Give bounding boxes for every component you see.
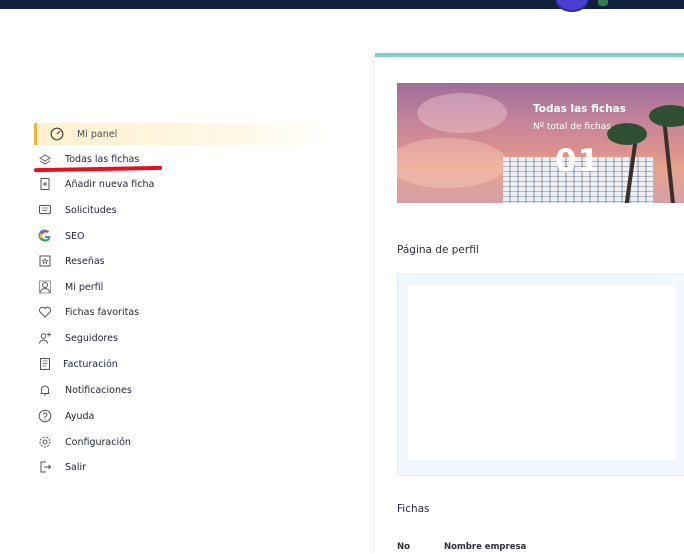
sidebar-item-label: Solicitudes <box>65 204 117 216</box>
cloud-decoration <box>417 93 507 133</box>
add-user-icon <box>37 330 53 346</box>
sidebar-item-anadir-nueva-ficha[interactable]: Añadir nueva ficha <box>37 173 327 195</box>
fichas-count: 01 <box>555 143 601 179</box>
add-document-icon <box>37 176 53 192</box>
gear-icon <box>37 434 53 450</box>
sidebar-item-label: Reseñas <box>65 255 105 267</box>
sidebar-item-mi-perfil[interactable]: Mi perfil <box>37 276 327 298</box>
sidebar-item-label: SEO <box>65 230 85 242</box>
sidebar-item-label: Mi perfil <box>65 281 104 293</box>
heart-icon <box>37 304 53 320</box>
sidebar-item-label: Seguidores <box>65 332 118 344</box>
profile-preview-content <box>408 285 676 460</box>
sidebar-item-facturacion[interactable]: Facturación <box>37 353 327 375</box>
fichas-table-header: No Nombre empresa <box>397 542 526 552</box>
sidebar-item-mi-panel[interactable]: Mi panel <box>34 123 327 145</box>
invoice-icon <box>37 356 53 372</box>
sidebar-item-solicitudes[interactable]: Solicitudes <box>37 199 327 221</box>
palm-tree-leaves <box>607 123 647 145</box>
bell-icon <box>37 382 53 398</box>
sidebar-item-label: Notificaciones <box>65 384 132 396</box>
sidebar-item-fichas-favoritas[interactable]: Fichas favoritas <box>37 301 327 323</box>
sidebar-item-seo[interactable]: SEO <box>37 225 327 247</box>
logout-icon <box>37 459 53 475</box>
fichas-summary-banner[interactable]: Todas las fichas Nº total de fichas 01 <box>397 83 684 203</box>
chat-icon <box>37 202 53 218</box>
sidebar-item-ayuda[interactable]: Ayuda <box>37 405 327 427</box>
google-icon <box>37 228 53 244</box>
cloud-decoration <box>397 138 507 188</box>
sidebar-item-resenas[interactable]: Reseñas <box>37 250 327 272</box>
sidebar-item-label: Configuración <box>65 436 131 448</box>
fichas-section-title: Fichas <box>397 503 430 515</box>
sidebar-item-label: Mi panel <box>77 128 118 140</box>
sidebar-item-seguidores[interactable]: Seguidores <box>37 327 327 349</box>
stack-icon <box>37 151 53 167</box>
sidebar-item-label: Fichas favoritas <box>65 306 140 318</box>
sidebar-item-notificaciones[interactable]: Notificaciones <box>37 379 327 401</box>
main-content-card: Todas las fichas Nº total de fichas 01 P… <box>375 53 684 554</box>
shield-icon[interactable] <box>598 0 608 6</box>
profile-preview-box <box>397 274 684 476</box>
review-icon <box>37 253 53 269</box>
palm-tree-trunk <box>662 123 676 203</box>
column-header-no[interactable]: No <box>397 542 444 552</box>
sidebar-item-label: Facturación <box>63 358 118 370</box>
sidebar-item-label: Todas las fichas <box>65 153 140 165</box>
user-badge-icon <box>37 279 53 295</box>
sidebar-nav: Mi panel Todas las fichas Añadir nueva f… <box>0 118 330 488</box>
column-header-nombre-empresa[interactable]: Nombre empresa <box>444 542 526 552</box>
user-avatar[interactable] <box>555 0 589 12</box>
banner-title: Todas las fichas <box>533 103 626 115</box>
banner-subtitle: Nº total de fichas <box>533 122 611 132</box>
sidebar-item-configuracion[interactable]: Configuración <box>37 431 327 453</box>
sidebar-item-label: Salir <box>65 461 87 473</box>
sidebar-item-salir[interactable]: Salir <box>37 456 327 478</box>
palm-tree-leaves <box>649 105 684 127</box>
top-bar <box>0 0 684 12</box>
help-icon <box>37 408 53 424</box>
gauge-icon <box>49 126 65 142</box>
sidebar-item-label: Ayuda <box>65 410 95 422</box>
sidebar-item-label: Añadir nueva ficha <box>65 178 155 190</box>
profile-section-title: Página de perfil <box>397 244 479 256</box>
